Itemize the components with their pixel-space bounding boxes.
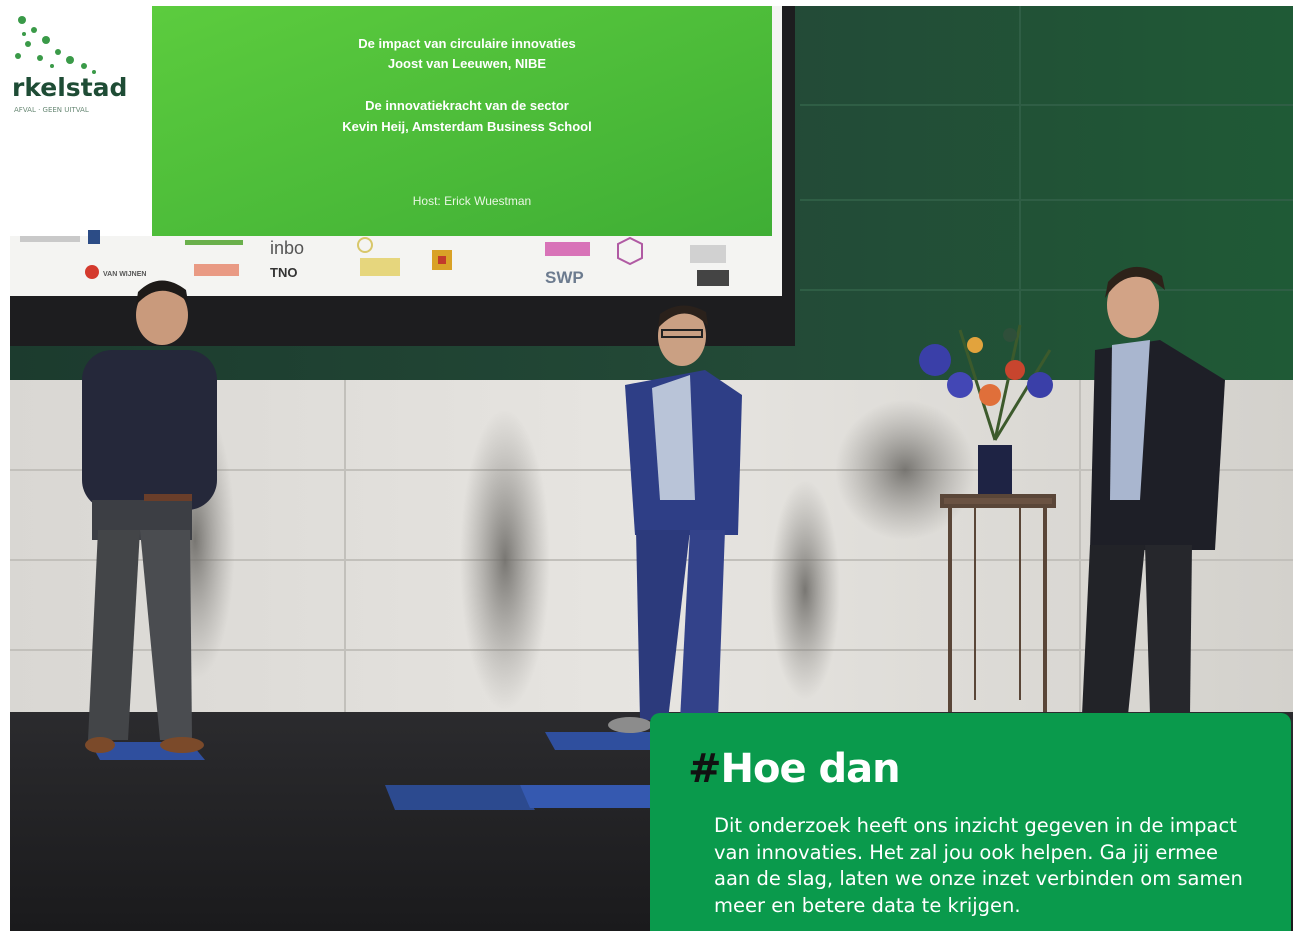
talk1-speaker: Joost van Leeuwen, NIBE	[388, 56, 547, 71]
body-line: meer en betere data te krijgen.	[714, 893, 1021, 917]
floor-tile	[520, 785, 660, 808]
floor-tile	[385, 785, 535, 810]
talk2-speaker: Kevin Heij, Amsterdam Business School	[342, 119, 591, 134]
body-line: Dit onderzoek heeft ons inzicht gegeven …	[714, 814, 1237, 837]
heading-text: Hoe dan	[720, 746, 901, 792]
sponsor-vanwijnen: VAN WIJNEN	[103, 271, 146, 278]
card-heading: #Hoe dan	[688, 745, 1253, 793]
shadow	[835, 400, 975, 540]
floor-tile	[545, 732, 660, 750]
shadow	[770, 480, 840, 700]
slide-left-white	[10, 6, 152, 236]
hash-symbol: #	[688, 746, 722, 792]
body-line: aan de slag, laten we onze inzet verbind…	[714, 867, 1243, 890]
shadow	[460, 410, 550, 710]
logo-text: rkelstad	[12, 73, 127, 102]
sponsor-swp: SWP	[545, 268, 584, 287]
body-line: van innovaties. Het zal jou ook helpen. …	[714, 840, 1219, 864]
talk1-title: De impact van circulaire innovaties	[358, 36, 575, 51]
host-text: Host: Erick Wuestman	[413, 194, 531, 208]
hoe-dan-card: #Hoe dan Dit onderzoek heeft ons inzicht…	[650, 713, 1291, 931]
sponsor-tno: TNO	[270, 265, 297, 280]
talk2-title: De innovatiekracht van de sector	[365, 98, 569, 113]
sponsor-inbo: inbo	[270, 238, 304, 258]
logo-tagline: AFVAL · GEEN UITVAL	[14, 106, 89, 114]
card-body: Dit onderzoek heeft ons inzicht gegeven …	[714, 813, 1254, 919]
